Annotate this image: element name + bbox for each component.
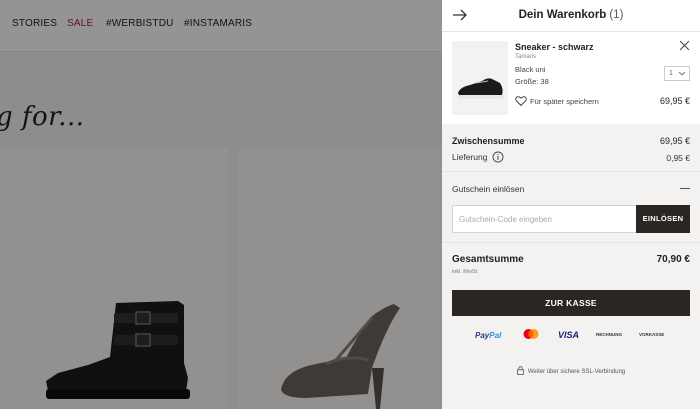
quantity-select[interactable]: 1 <box>664 66 690 81</box>
paypal-text-b: Pal <box>489 331 502 340</box>
minus-icon <box>680 188 690 189</box>
coupon-code-input[interactable] <box>452 205 637 233</box>
heart-icon[interactable] <box>515 95 527 107</box>
item-brand: Tamaris <box>515 54 537 60</box>
vat-note: inkl. MwSt. <box>452 269 479 275</box>
coupon-label: Gutschein einlösen <box>452 184 525 194</box>
cart-title-text: Dein Warenkorb <box>518 9 607 21</box>
ssl-note: Weiter über sichere SSL-Verbindung <box>442 366 700 375</box>
coupon-toggle[interactable]: Gutschein einlösen <box>442 172 700 205</box>
invoice-logo: RECHNUNG <box>596 332 623 337</box>
shipping-value: 0,95 € <box>666 153 690 163</box>
close-icon[interactable] <box>679 40 690 51</box>
cart-totals: Zwischensumme 69,95 € Lieferung 0,95 € <box>442 124 700 172</box>
item-size: Größe: 38 <box>515 77 549 86</box>
coupon-form: EINLÖSEN <box>442 205 700 243</box>
subtotal-label: Zwischensumme <box>452 136 525 146</box>
item-color: Black uni <box>515 65 546 74</box>
item-name[interactable]: Sneaker - schwarz <box>515 42 594 52</box>
redeem-coupon-button[interactable]: EINLÖSEN <box>636 205 690 233</box>
payment-methods: PayPal VISA RECHNUNG VORKASSE <box>442 327 700 343</box>
chevron-down-icon <box>678 71 686 76</box>
cart-drawer: Dein Warenkorb (1) Sneaker - schwarz Tama… <box>442 0 700 409</box>
info-icon[interactable] <box>492 151 504 163</box>
total-label: Gesamtsumme <box>452 254 524 265</box>
sneaker-image <box>458 78 504 99</box>
lock-icon <box>516 366 524 375</box>
save-for-later-link[interactable]: Für später speichern <box>530 97 599 106</box>
cart-count: (1) <box>609 9 624 21</box>
quantity-value: 1 <box>669 70 673 77</box>
paypal-text-a: Pay <box>475 331 490 340</box>
shipping-label: Lieferung <box>452 152 488 162</box>
item-thumbnail[interactable] <box>452 41 508 115</box>
grand-total: Gesamtsumme 70,90 € inkl. MwSt. <box>442 243 700 289</box>
checkout-area: ZUR KASSE PayPal VISA RECHNUNG VORKASSE … <box>442 289 700 409</box>
cart-title: Dein Warenkorb (1) <box>442 9 700 21</box>
mastercard-icon <box>523 329 539 339</box>
cart-item: Sneaker - schwarz Tamaris Black uni Größ… <box>442 32 700 124</box>
paypal-logo: PayPal <box>475 331 501 340</box>
checkout-button[interactable]: ZUR KASSE <box>452 290 690 316</box>
visa-logo: VISA <box>558 330 580 340</box>
prepayment-logo: VORKASSE <box>639 332 665 337</box>
subtotal-value: 69,95 € <box>659 136 690 146</box>
total-value: 70,90 € <box>656 254 690 265</box>
cart-header: Dein Warenkorb (1) <box>442 0 700 32</box>
ssl-note-text: Weiter über sichere SSL-Verbindung <box>527 369 626 375</box>
item-price: 69,95 € <box>659 96 690 106</box>
